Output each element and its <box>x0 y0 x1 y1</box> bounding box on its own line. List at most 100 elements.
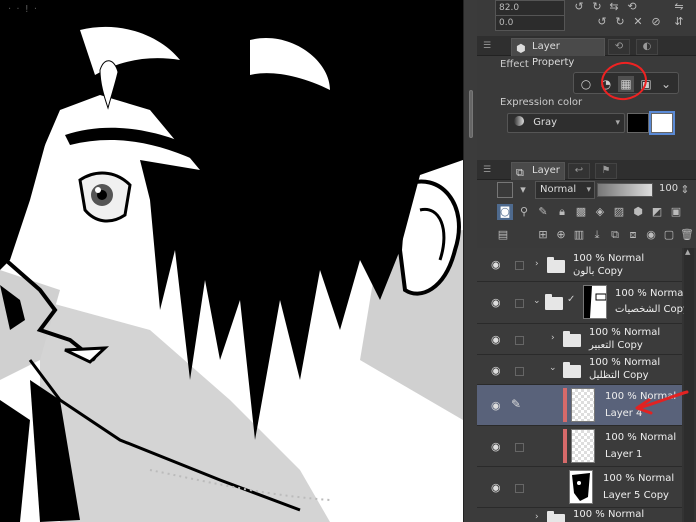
lock-checkbox[interactable] <box>515 367 524 376</box>
transfer-down-icon[interactable]: ⤓ <box>589 227 605 243</box>
layer-thumbnail <box>571 429 595 463</box>
layer-list[interactable]: ◉ › 100 % Normal بالون Copy ◉ ⌄ ✓ 100 % … <box>477 248 696 522</box>
rotate-cw-icon[interactable]: ↻ <box>613 15 627 29</box>
value-field-2[interactable]: 0.0 <box>495 15 565 31</box>
layer-name: Layer 1 <box>605 449 643 460</box>
layer-options-icon[interactable]: ⬢ <box>630 204 646 220</box>
layer-row[interactable]: ◉ ⌄ ✓ 100 % Normal الشخصيات Copy <box>477 282 689 324</box>
combine-icon[interactable]: ⧉ <box>607 227 623 243</box>
delete-layer-icon[interactable]: 🗑︎ <box>679 227 695 243</box>
layer-color-toggle-icon[interactable]: ▣ <box>668 204 684 220</box>
value-field-1[interactable]: 82.0 <box>495 0 565 16</box>
scrollbar-thumb[interactable] <box>469 90 473 138</box>
merge-icon[interactable]: ⧈ <box>625 227 641 243</box>
lock-checkbox[interactable] <box>515 336 524 345</box>
folder-icon <box>547 511 565 522</box>
tab-history[interactable]: ↩ <box>568 163 590 179</box>
apply-mask-icon[interactable]: ▢ <box>661 227 677 243</box>
tab-secondary-2[interactable]: ◐ <box>636 39 658 55</box>
layer-menu-icon[interactable]: ☰ <box>483 165 491 175</box>
clip-layer-icon[interactable]: ◙ <box>497 204 513 220</box>
mask-add-icon[interactable]: ◉ <box>643 227 659 243</box>
lock-checkbox[interactable] <box>515 484 524 493</box>
new-folder-icon[interactable]: ▥ <box>571 227 587 243</box>
layer-blend-text: 100 % Normal <box>573 509 645 520</box>
tab-layer-property[interactable]: ⬢ Layer Property <box>511 38 605 68</box>
palette-color-icon[interactable]: ◩ <box>649 204 665 220</box>
layer-thumbnail <box>571 388 595 422</box>
flip-icon[interactable]: ⇆ <box>607 0 621 14</box>
layer-list-scrollbar[interactable]: ▲ <box>684 248 694 522</box>
chevron-down-icon[interactable]: ⌄ <box>533 296 541 306</box>
lock-checkbox[interactable] <box>515 443 524 452</box>
tab-secondary-1[interactable]: ⟲ <box>608 39 630 55</box>
layer-blend-text: 100 % Normal <box>605 432 677 443</box>
close-icon[interactable]: ✕ <box>631 15 645 29</box>
tab-auto-action[interactable]: ⚑ <box>595 163 617 179</box>
eye-icon[interactable]: ◉ <box>491 296 501 309</box>
layer-row[interactable]: ◉ › 100 % Normal التعبير Copy <box>477 324 682 355</box>
layer-thumbnail <box>583 285 607 319</box>
layer-row[interactable]: ◉ 100 % Normal Layer 5 Copy <box>477 467 682 508</box>
lock-transparent-icon[interactable]: ▩ <box>573 204 589 220</box>
new-vector-layer-icon[interactable]: ⊕ <box>553 227 569 243</box>
lock-checkbox[interactable] <box>515 299 524 308</box>
layer-row[interactable]: › 100 % Normal <box>477 508 682 522</box>
opacity-slider[interactable] <box>597 183 653 197</box>
ruler-icon[interactable]: ▨ <box>611 204 627 220</box>
white-swatch[interactable] <box>649 111 675 135</box>
reference-layer-icon[interactable]: ⚲ <box>516 204 532 220</box>
black-swatch[interactable] <box>627 113 649 133</box>
layer-row[interactable]: ◉ ⌄ 100 % Normal التظليل Copy <box>477 355 682 385</box>
rotate-left-icon[interactable]: ↺ <box>572 0 586 14</box>
rotate-ccw-icon[interactable]: ↺ <box>595 15 609 29</box>
chevron-right-icon[interactable]: › <box>535 259 539 269</box>
expression-color-select[interactable]: Gray ▾ <box>507 113 625 133</box>
drawing-canvas[interactable]: · · ! · <box>0 0 463 522</box>
border-effect-icon[interactable]: ○ <box>578 76 594 92</box>
layer-color-tag <box>563 388 567 422</box>
layer-name: الشخصيات Copy <box>615 304 689 315</box>
red-annotation-circle <box>598 58 650 104</box>
eye-icon[interactable]: ◉ <box>491 399 501 412</box>
lock-checkbox[interactable] <box>515 261 524 270</box>
flip-v-icon[interactable]: ⇵ <box>672 15 686 29</box>
chevron-right-icon[interactable]: › <box>535 512 539 522</box>
effect-dropdown-icon[interactable]: ⌄ <box>658 76 674 92</box>
tab-layer-property-label: Layer Property <box>532 41 575 68</box>
mask-icon[interactable]: ◈ <box>592 204 608 220</box>
layer-list-menu-icon[interactable]: ▤ <box>495 227 511 243</box>
eye-icon[interactable]: ◉ <box>491 481 501 494</box>
flip-h-icon[interactable]: ⇋ <box>672 0 686 14</box>
reset-angle-icon[interactable]: ⊘ <box>649 15 663 29</box>
scroll-up-icon[interactable]: ▲ <box>685 248 690 256</box>
blend-mode-select[interactable]: Normal ▾ <box>535 181 595 199</box>
thumbnail-art <box>584 286 607 318</box>
menu-icon[interactable]: ☰ <box>483 41 491 51</box>
layer-row[interactable]: ◉ › 100 % Normal بالون Copy <box>477 248 682 282</box>
tab-layer[interactable]: ⧉ Layer <box>511 162 565 180</box>
lock-icon[interactable]: 🔒︎ <box>554 204 570 220</box>
blend-icon[interactable]: ▾ <box>515 182 531 198</box>
canvas-scrollbar[interactable] <box>463 0 477 522</box>
opacity-value[interactable]: 100 <box>659 183 678 194</box>
layer-row[interactable]: ◉ 100 % Normal Layer 1 <box>477 426 682 467</box>
draft-layer-icon[interactable]: ✎ <box>535 204 551 220</box>
eye-icon[interactable]: ◉ <box>491 440 501 453</box>
expression-color-label: Expression color <box>500 97 583 108</box>
folder-icon <box>547 257 565 273</box>
thumbnail-art <box>572 473 590 501</box>
eye-icon[interactable]: ◉ <box>491 333 501 346</box>
chevron-right-icon[interactable]: › <box>551 333 555 343</box>
eye-icon[interactable]: ◉ <box>491 258 501 271</box>
eye-icon[interactable]: ◉ <box>491 364 501 377</box>
folder-icon <box>563 362 581 378</box>
rotate-right-icon[interactable]: ↻ <box>590 0 604 14</box>
reset-icon[interactable]: ⟲ <box>625 0 639 14</box>
layer-color-icon[interactable] <box>497 182 513 198</box>
chevron-down-icon[interactable]: ⌄ <box>549 363 557 373</box>
new-raster-layer-icon[interactable]: ⊞ <box>535 227 551 243</box>
opacity-stepper-icon[interactable]: ⇕ <box>677 182 693 198</box>
layer-thumbnail <box>569 470 593 504</box>
property-tabbar: ☰ ⬢ Layer Property ⟲ ◐ <box>477 36 696 68</box>
